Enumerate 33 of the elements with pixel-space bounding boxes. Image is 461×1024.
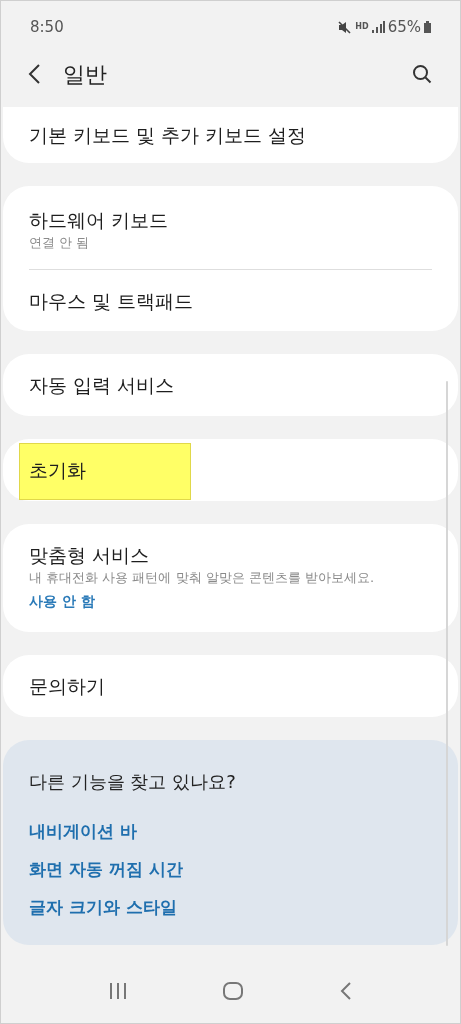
settings-item[interactable]: 초기화 xyxy=(19,439,432,501)
suggestion-link[interactable]: 글자 크기와 스타일 xyxy=(29,895,177,919)
item-title: 기본 키보드 및 추가 키보드 설정 xyxy=(29,123,308,148)
settings-item[interactable]: 기본 키보드 및 추가 키보드 설정 xyxy=(29,107,432,163)
settings-item[interactable]: 맞춤형 서비스 내 휴대전화 사용 패턴에 맞춰 알맞은 콘텐츠를 받아보세요. 사용 안 함 xyxy=(29,524,432,632)
item-title: 맞춤형 서비스 xyxy=(29,543,151,568)
item-title: 초기화 xyxy=(29,458,87,483)
settings-item[interactable]: 마우스 및 트랙패드 xyxy=(29,269,432,331)
signal-icon xyxy=(371,21,385,33)
settings-item[interactable]: 자동 입력 서비스 xyxy=(29,354,432,416)
item-status: 사용 안 함 xyxy=(29,592,96,611)
item-title: 마우스 및 트랙패드 xyxy=(29,288,195,314)
suggestion-link[interactable]: 내비게이션 바 xyxy=(29,819,137,843)
home-icon[interactable] xyxy=(223,982,244,1000)
item-subtitle: 연결 안 됨 xyxy=(29,233,91,252)
battery-icon xyxy=(424,21,431,33)
mute-icon xyxy=(338,20,353,34)
scrollbar[interactable] xyxy=(446,381,448,946)
item-title: 하드웨어 키보드 xyxy=(29,207,170,233)
item-title: 문의하기 xyxy=(29,674,106,699)
battery-percent: 65% xyxy=(387,16,421,38)
suggestions-title: 다른 기능을 찾고 있나요? xyxy=(29,770,237,794)
search-button[interactable] xyxy=(410,62,434,86)
settings-item[interactable]: 하드웨어 키보드 연결 안 됨 xyxy=(29,186,432,269)
item-subtitle: 내 휴대전화 사용 패턴에 맞춰 알맞은 콘텐츠를 받아보세요. xyxy=(29,569,376,587)
back-icon[interactable] xyxy=(339,982,352,1000)
page-title: 일반 xyxy=(63,60,107,89)
settings-item[interactable]: 문의하기 xyxy=(29,655,432,717)
status-time: 8:50 xyxy=(30,16,64,38)
recent-apps-icon[interactable] xyxy=(109,983,128,999)
hd-voice-label: HD xyxy=(355,23,369,31)
item-title: 자동 입력 서비스 xyxy=(29,373,176,398)
suggestion-link[interactable]: 화면 자동 꺼짐 시간 xyxy=(29,857,183,881)
